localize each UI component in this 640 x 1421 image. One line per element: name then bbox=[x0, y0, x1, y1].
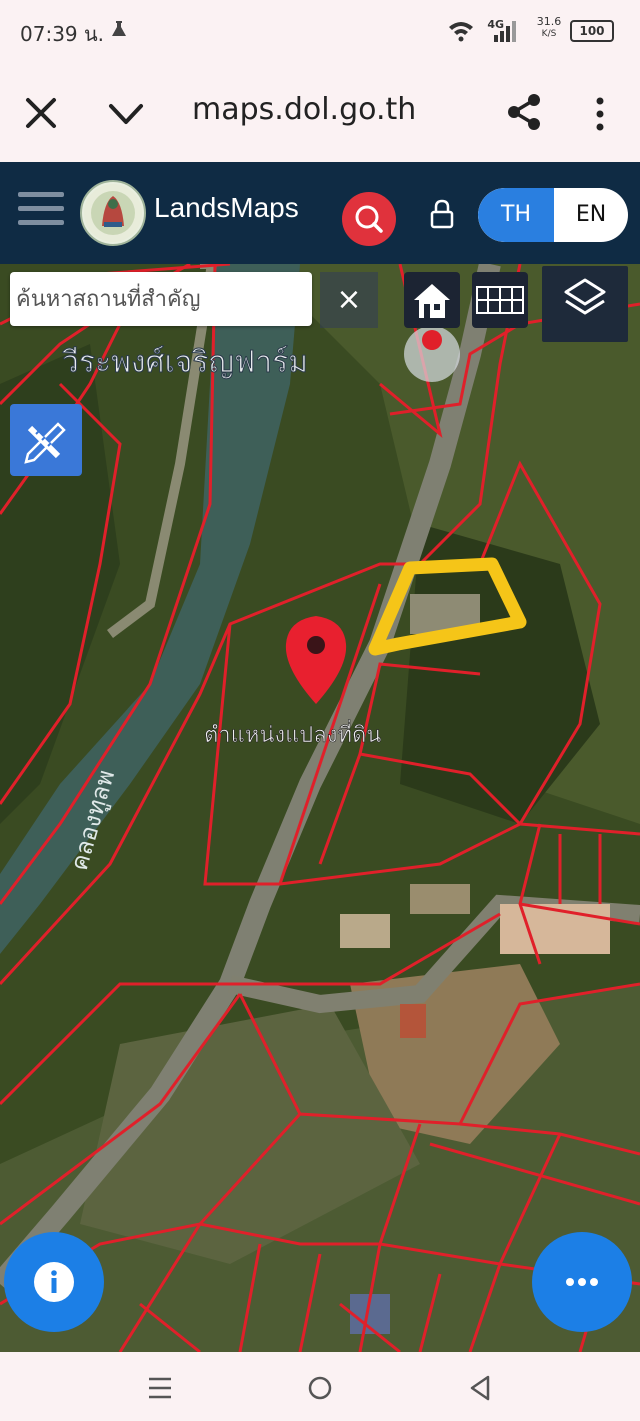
system-nav-bar bbox=[0, 1352, 640, 1421]
flask-icon bbox=[112, 21, 126, 36]
status-time: 07:39 น. bbox=[20, 22, 105, 46]
app-title: LandsMaps bbox=[154, 192, 299, 223]
status-icons: 4G 31.6 K/S 100 bbox=[414, 16, 614, 44]
home-button[interactable] bbox=[404, 272, 460, 328]
speed-unit: K/S bbox=[541, 29, 557, 39]
layers-button[interactable] bbox=[542, 266, 628, 342]
satellite-map[interactable]: วีระพงศ์เจริญฟาร์ม ตำแหน่งแปลงที่ดิน คลอ… bbox=[0, 264, 640, 1352]
grid-button[interactable] bbox=[472, 272, 528, 328]
app-header: LandsMaps TH EN bbox=[0, 162, 640, 264]
recent-apps-icon[interactable] bbox=[146, 1374, 174, 1402]
lang-en-button[interactable]: EN bbox=[554, 188, 628, 242]
back-icon[interactable] bbox=[468, 1374, 492, 1402]
network-speed: 31.6 K/S bbox=[532, 16, 566, 40]
language-toggle[interactable]: TH EN bbox=[478, 188, 628, 242]
url-text[interactable]: maps.dol.go.th bbox=[192, 92, 416, 127]
chevron-down-icon[interactable] bbox=[106, 96, 146, 132]
marker-label: ตำแหน่งแปลงที่ดิน bbox=[204, 719, 381, 748]
info-icon bbox=[34, 1262, 74, 1302]
signal-icon bbox=[494, 21, 516, 42]
grid-icon bbox=[476, 286, 524, 314]
layers-icon bbox=[564, 278, 606, 315]
search-button[interactable] bbox=[342, 192, 396, 246]
browser-toolbar: maps.dol.go.th bbox=[0, 64, 640, 162]
place-search-box[interactable] bbox=[10, 272, 312, 326]
place-search-input[interactable] bbox=[10, 272, 312, 326]
battery-icon: 100 bbox=[570, 20, 614, 42]
place-label: วีระพงศ์เจริญฟาร์ม bbox=[62, 345, 308, 380]
more-horiz-icon bbox=[566, 1278, 598, 1286]
map-view[interactable]: วีระพงศ์เจริญฟาร์ม ตำแหน่งแปลงที่ดิน คลอ… bbox=[0, 264, 640, 1352]
clear-search-button[interactable]: × bbox=[320, 272, 378, 328]
search-icon bbox=[355, 205, 383, 233]
lock-icon[interactable] bbox=[428, 198, 456, 230]
hamburger-icon[interactable] bbox=[18, 192, 64, 228]
more-vert-icon[interactable] bbox=[584, 94, 616, 134]
home-icon bbox=[414, 284, 450, 318]
close-icon[interactable] bbox=[22, 94, 60, 132]
speed-value: 31.6 bbox=[536, 15, 562, 28]
status-bar: 07:39 น. 4G 31.6 K/S 100 bbox=[0, 0, 640, 64]
share-icon[interactable] bbox=[504, 92, 544, 132]
map-marker-dot bbox=[422, 330, 442, 350]
info-button[interactable] bbox=[4, 1232, 104, 1332]
draw-measure-button[interactable] bbox=[10, 404, 82, 476]
home-circle-icon[interactable] bbox=[306, 1374, 334, 1402]
lang-th-button[interactable]: TH bbox=[478, 188, 554, 242]
draw-ruler-icon bbox=[24, 422, 66, 464]
more-options-button[interactable] bbox=[532, 1232, 632, 1332]
logo-emblem bbox=[80, 180, 146, 246]
wifi-icon bbox=[449, 22, 473, 42]
